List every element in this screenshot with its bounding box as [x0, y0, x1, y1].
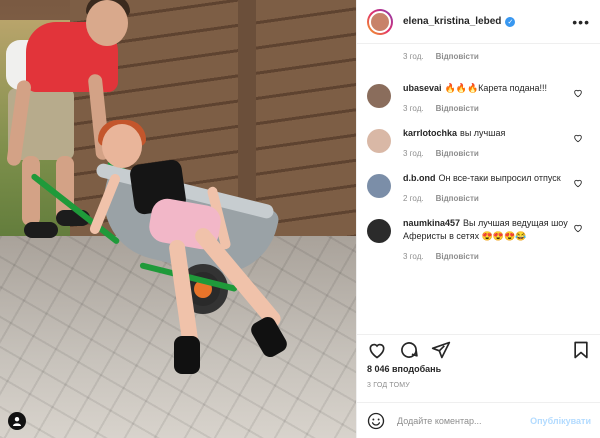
comment-item: naumkina457 Вы лучшая ведущая шоу Аферист… — [357, 217, 600, 261]
comment-meta: 3 год. Відповісти — [403, 149, 573, 158]
comment-text: вы лучшая — [460, 128, 506, 138]
caption-reply-button[interactable]: Відповісти — [436, 52, 479, 72]
comment-username[interactable]: naumkina457 — [403, 218, 460, 228]
author-avatar[interactable] — [367, 8, 393, 35]
photo-man-head — [86, 0, 128, 46]
comment-meta: 3 год. Відповісти — [403, 252, 573, 261]
photo-man-leg-left — [22, 156, 40, 226]
heart-icon[interactable] — [367, 340, 387, 360]
author-username[interactable]: elena_kristina_lebed — [403, 16, 501, 27]
comment-reply-button[interactable]: Відповісти — [436, 252, 479, 261]
comment-username[interactable]: d.b.ond — [403, 173, 436, 183]
comment-text: Он все-таки выпросил отпуск — [438, 173, 561, 183]
comment-heart-icon[interactable] — [573, 88, 583, 98]
add-comment-bar: Опублікувати — [357, 402, 600, 438]
comment-meta: 3 год. Відповісти — [403, 104, 573, 113]
emoji-icon[interactable] — [367, 412, 385, 430]
comment-reply-button[interactable]: Відповісти — [436, 149, 479, 158]
comment-item: karrlotochka вы лучшая 3 год. Відповісти — [357, 127, 600, 158]
comment-heart-icon[interactable] — [573, 223, 583, 233]
comment-time: 3 год. — [403, 252, 424, 261]
bookmark-icon[interactable] — [571, 340, 591, 360]
verified-badge-icon: ✓ — [505, 16, 516, 27]
caption-time: 3 год. — [403, 52, 424, 61]
photo-sandal-left — [174, 336, 200, 374]
comment-username[interactable]: karrlotochka — [403, 128, 457, 138]
comment-avatar[interactable] — [367, 129, 391, 153]
comment-avatar[interactable] — [367, 174, 391, 198]
post-timestamp[interactable]: 3 ГОД ТОМУ — [367, 382, 410, 389]
comment-heart-icon[interactable] — [573, 178, 583, 188]
user-tag-icon[interactable] — [8, 412, 26, 430]
more-icon[interactable]: ••• — [572, 14, 590, 30]
comment-text: 🔥🔥🔥Карета подана!!! — [444, 83, 548, 93]
post-side-panel: elena_kristina_lebed ✓ ••• 3 год. Відпов… — [356, 0, 600, 438]
comment-time: 3 год. — [403, 149, 424, 158]
post-header: elena_kristina_lebed ✓ ••• — [357, 0, 600, 44]
comment-icon[interactable] — [399, 340, 419, 360]
comment-meta: 2 год. Відповісти — [403, 194, 573, 203]
comment-time: 3 год. — [403, 104, 424, 113]
post-actions — [357, 334, 600, 364]
caption-meta: 3 год. Відповісти — [357, 44, 600, 72]
likes-count[interactable]: 8 046 вподобань — [367, 364, 441, 374]
comment-avatar[interactable] — [367, 84, 391, 108]
comment-avatar[interactable] — [367, 219, 391, 243]
comment-heart-icon[interactable] — [573, 133, 583, 143]
comment-item: d.b.ond Он все-таки выпросил отпуск 2 год… — [357, 172, 600, 203]
comments-list[interactable]: 3 год. Відповісти ubasevai 🔥🔥🔥Карета пода… — [357, 44, 600, 334]
post-photo[interactable] — [0, 0, 356, 438]
comment-input[interactable] — [397, 415, 527, 426]
photo-girl-head — [102, 124, 142, 168]
comment-item: ubasevai 🔥🔥🔥Карета подана!!! 3 год. Відпо… — [357, 82, 600, 113]
comment-reply-button[interactable]: Відповісти — [436, 194, 479, 203]
comment-time: 2 год. — [403, 194, 424, 203]
share-icon[interactable] — [431, 340, 451, 360]
photo-man-shoe-left — [24, 222, 58, 238]
comment-username[interactable]: ubasevai — [403, 83, 442, 93]
publish-button[interactable]: Опублікувати — [530, 416, 591, 426]
comment-reply-button[interactable]: Відповісти — [436, 104, 479, 113]
